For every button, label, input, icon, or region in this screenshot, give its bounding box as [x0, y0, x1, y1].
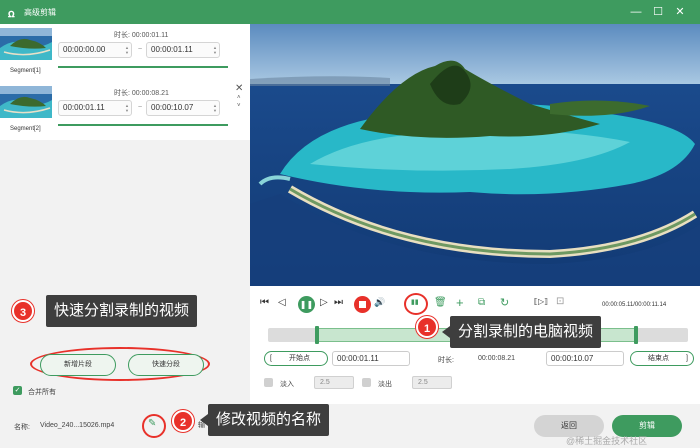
watermark: @稀土掘金技术社区	[566, 436, 648, 446]
new-segment-button[interactable]: 新增片段	[40, 354, 116, 376]
step-forward-icon[interactable]: ▷	[320, 297, 328, 308]
reset-icon[interactable]: ↻	[500, 296, 509, 309]
output-name-label: 名称:	[14, 424, 30, 431]
output-filename: Video_240...15026.mp4	[40, 422, 115, 429]
copy-icon[interactable]: ⧉	[478, 297, 485, 308]
clip-start-input[interactable]: 00:00:01.11	[332, 351, 410, 366]
add-icon[interactable]: +	[456, 295, 464, 310]
clip-duration-label: 时长:	[438, 357, 454, 364]
merge-all-label: 合并所有	[28, 389, 56, 396]
set-start-button[interactable]: [开始点	[264, 351, 328, 366]
player-controls: ⏮ ◁ ❚❚ ▷ ⏭ 🔊 ▮▮ 🗑 + ⧉ ↻ ⟦▷⟧ ⊡ 00:00:05.1…	[250, 286, 700, 404]
segment-start-input[interactable]: 00:00:01.11 ▲ ▼	[58, 100, 132, 116]
segment-progress	[58, 124, 228, 126]
spinner-icon[interactable]: ▲ ▼	[125, 45, 129, 55]
callout-number-1: 1	[416, 316, 438, 338]
callout-text-1: 分割录制的电脑视频	[441, 316, 602, 348]
split-icon[interactable]: ▮▮	[411, 298, 419, 306]
next-frame-icon[interactable]: ⏭	[334, 297, 343, 308]
close-icon[interactable]: ✕	[235, 83, 243, 94]
segment-thumbnail	[0, 28, 52, 60]
fade-in-checkbox[interactable]	[264, 378, 273, 387]
range-separator: ~	[138, 104, 143, 111]
app-logo-icon: ꭥ	[8, 8, 15, 20]
close-window-button[interactable]: ✕	[672, 4, 688, 20]
bottom-bar: 名称: Video_240...15026.mp4 ✎ 输 2 修改视频的名称 …	[0, 404, 700, 448]
set-end-button[interactable]: 结束点]	[630, 351, 694, 366]
title-bar: ꭥ 高级剪辑 — ☐ ✕	[0, 0, 700, 24]
range-end-handle[interactable]	[634, 326, 638, 344]
reorder-arrows-icon[interactable]: ˄ ˅	[237, 94, 241, 110]
prev-frame-icon[interactable]: ⏮	[260, 297, 269, 308]
segment-start-input[interactable]: 00:00:00.00 ▲ ▼	[58, 42, 132, 58]
fade-out-checkbox[interactable]	[362, 378, 371, 387]
edit-name-icon[interactable]: ✎	[148, 418, 156, 429]
segment-duration: 时长: 00:00:01.11	[114, 32, 169, 39]
segment-duration: 时长: 00:00:08.21	[114, 90, 169, 97]
segment-end-input[interactable]: 00:00:10.07 ▲ ▼	[146, 100, 220, 116]
time-display: 00:00:05.11/00:00:11.14	[602, 302, 667, 308]
segment-panel: Segment[1] 时长: 00:00:01.11 00:00:00.00 ▲…	[0, 24, 250, 404]
segment-list: Segment[1] 时长: 00:00:01.11 00:00:00.00 ▲…	[0, 24, 250, 140]
minimize-button[interactable]: —	[628, 4, 644, 20]
callout-number-3: 3	[12, 300, 34, 322]
video-preview[interactable]	[250, 24, 700, 286]
segment-label: Segment[1]	[10, 68, 41, 74]
delete-icon[interactable]: 🗑	[434, 297, 447, 308]
segment-item[interactable]: Segment[2] 时长: 00:00:08.21 00:00:01.11 ▲…	[0, 82, 250, 138]
merge-all-checkbox[interactable]: ✓	[13, 386, 22, 395]
segment-label: Segment[2]	[10, 126, 41, 132]
spinner-icon[interactable]: ▲ ▼	[125, 103, 129, 113]
pause-button[interactable]: ❚❚	[298, 296, 315, 313]
fade-in-input[interactable]: 2.5	[314, 376, 354, 389]
callout-text-3: 快速分割录制的视频	[46, 295, 198, 327]
maximize-button[interactable]: ☐	[650, 4, 666, 20]
fade-out-input[interactable]: 2.5	[412, 376, 452, 389]
volume-icon[interactable]: 🔊	[374, 297, 385, 308]
range-separator: ~	[138, 46, 143, 53]
callout-number-2: 2	[172, 410, 194, 432]
segment-item[interactable]: Segment[1] 时长: 00:00:01.11 00:00:00.00 ▲…	[0, 24, 250, 80]
fade-in-label: 淡入	[280, 381, 294, 388]
segment-progress	[58, 66, 228, 68]
segment-thumbnail	[0, 86, 52, 118]
step-back-icon[interactable]: ◁	[278, 297, 286, 308]
range-start-handle[interactable]	[315, 326, 319, 344]
spinner-icon[interactable]: ▲ ▼	[213, 103, 217, 113]
crop-icon[interactable]: ⟦▷⟧	[534, 297, 548, 306]
fade-out-label: 淡出	[378, 381, 392, 388]
fit-icon[interactable]: ⊡	[556, 296, 564, 307]
spinner-icon[interactable]: ▲ ▼	[213, 45, 217, 55]
window-title: 高级剪辑	[24, 8, 56, 17]
clip-end-input[interactable]: 00:00:10.07	[546, 351, 624, 366]
callout-text-2: 修改视频的名称	[199, 404, 330, 436]
segment-end-input[interactable]: 00:00:01.11 ▲ ▼	[146, 42, 220, 58]
clip-duration-value: 00:00:08.21	[478, 355, 515, 362]
quick-split-button[interactable]: 快速分段	[128, 354, 204, 376]
stop-button[interactable]	[354, 296, 371, 313]
